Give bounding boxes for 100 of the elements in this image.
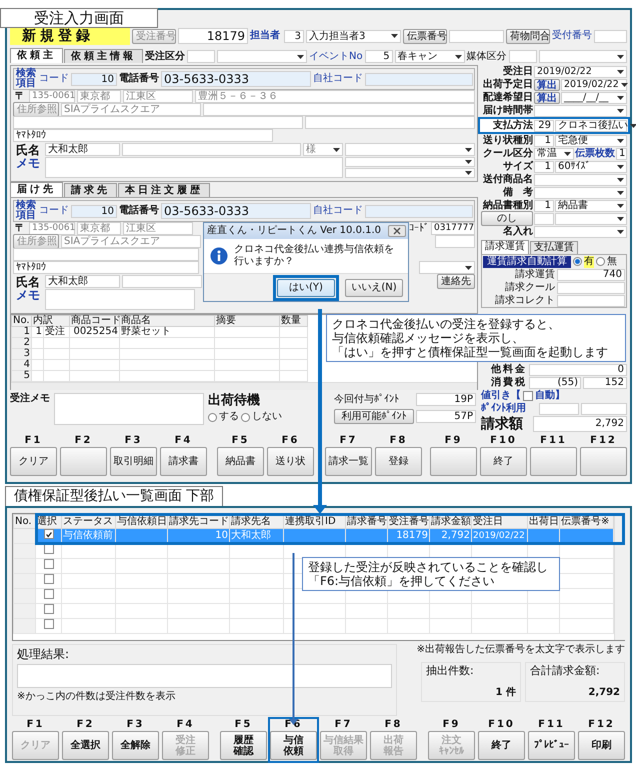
input-field[interactable]: 1 — [534, 134, 554, 146]
input-field[interactable] — [54, 393, 204, 425]
dropdown[interactable] — [534, 104, 627, 116]
input-field[interactable]: 135-0061 — [29, 222, 75, 235]
scrollbar[interactable] — [11, 382, 477, 390]
input-field[interactable]: 3 — [284, 30, 304, 42]
radio-button[interactable] — [596, 257, 605, 266]
input-field[interactable] — [203, 103, 475, 116]
dropdown[interactable]: ____/__/__ — [561, 92, 627, 104]
function-key[interactable]: 送り状 — [267, 447, 314, 476]
input-field[interactable] — [534, 212, 554, 224]
input-field[interactable] — [13, 116, 303, 129]
input-field[interactable]: 10 — [71, 72, 117, 86]
tab[interactable]: 依頼主 — [10, 48, 63, 63]
checkbox[interactable] — [44, 604, 54, 614]
input-field[interactable] — [13, 248, 199, 261]
dropdown[interactable] — [534, 186, 627, 198]
calculate-button[interactable]: 算出 — [534, 78, 560, 90]
tab[interactable]: 本日注文履歴 — [118, 183, 210, 197]
function-key[interactable]: 全解除 — [112, 731, 159, 760]
input-field[interactable]: 江東区 — [123, 90, 193, 103]
checkbox[interactable] — [44, 588, 54, 598]
input-field[interactable] — [557, 282, 625, 294]
function-key[interactable]: 全選択 — [62, 731, 109, 760]
input-field[interactable]: 19P — [416, 393, 476, 406]
close-button[interactable] — [388, 225, 406, 237]
checkbox[interactable] — [44, 529, 54, 539]
function-key[interactable]: 印刷 — [578, 731, 625, 760]
contact-button[interactable]: 連絡先 — [437, 274, 475, 289]
dropdown[interactable] — [534, 226, 627, 238]
dropdown[interactable] — [555, 212, 627, 224]
input-field[interactable]: 1 — [534, 160, 554, 172]
input-field[interactable]: 03-5633-0333 — [161, 203, 311, 219]
input-field[interactable]: 0317777 — [431, 222, 475, 235]
function-key[interactable]: 登録 — [375, 447, 422, 476]
function-key[interactable]: 終了 — [478, 731, 525, 760]
input-field[interactable]: 大和太郎 — [45, 275, 120, 288]
function-key[interactable]: 履歴 確認 — [220, 731, 267, 760]
radio-button[interactable] — [208, 412, 217, 422]
dropdown[interactable]: 春キャン — [394, 50, 465, 63]
input-field[interactable]: 東京都 — [77, 90, 121, 103]
dropdown[interactable]: 納品書 — [555, 200, 627, 212]
input-field[interactable] — [17, 664, 392, 688]
input-field[interactable] — [45, 289, 195, 310]
function-key[interactable]: 取引明細 — [110, 447, 157, 476]
input-field[interactable]: 1 — [534, 200, 554, 212]
input-field[interactable]: 18179 — [178, 28, 248, 44]
input-field[interactable] — [581, 402, 627, 414]
dropdown[interactable]: 常温 — [534, 148, 574, 160]
input-field[interactable]: 740 — [557, 268, 625, 280]
function-key[interactable]: ﾌﾟﾚﾋﾞｭｰ — [528, 731, 575, 760]
function-key[interactable] — [580, 447, 627, 476]
input-field[interactable] — [435, 235, 475, 248]
function-key[interactable] — [60, 447, 107, 476]
function-key[interactable]: クリア — [10, 447, 57, 476]
input-field[interactable] — [557, 294, 625, 306]
checkbox[interactable] — [44, 618, 54, 628]
dropdown[interactable] — [538, 50, 627, 63]
input-field[interactable]: 大和太郎 — [45, 143, 120, 156]
input-field[interactable]: ﾔﾏﾄﾀﾛｳ — [13, 261, 199, 274]
dropdown[interactable]: 入力担当者3 — [306, 30, 401, 42]
function-key[interactable]: 請求一覧 — [325, 447, 372, 476]
dropdown[interactable] — [534, 174, 627, 186]
function-key[interactable]: 与信 依頼 — [270, 731, 317, 760]
input-field[interactable]: 1 — [616, 148, 627, 160]
input-field[interactable]: ﾔﾏﾄﾀﾛｳ — [13, 129, 273, 142]
tab[interactable]: 依頼主情報 — [64, 49, 143, 63]
dropdown[interactable] — [419, 261, 475, 274]
input-field[interactable]: 135-0061 — [29, 90, 75, 103]
dropdown[interactable]: 2019/02/22 — [534, 66, 627, 78]
function-key[interactable]: 納品書 — [217, 447, 264, 476]
input-field[interactable] — [45, 157, 343, 178]
tab[interactable]: 支払運賃 — [530, 241, 578, 254]
input-field[interactable]: 豊洲５－６－３６ — [195, 90, 475, 103]
checkbox[interactable] — [44, 574, 54, 584]
input-field[interactable] — [365, 204, 473, 218]
input-field[interactable]: 5 — [364, 50, 393, 63]
input-field[interactable]: 03-5633-0333 — [161, 71, 311, 87]
input-field[interactable]: 57P — [416, 410, 476, 423]
input-field[interactable] — [508, 50, 537, 63]
input-field[interactable]: (55) — [529, 376, 581, 388]
dropdown[interactable] — [217, 50, 307, 63]
dialog-button[interactable]: はい(Y) — [277, 278, 335, 296]
input-field[interactable]: 10 — [71, 204, 117, 218]
input-field[interactable]: 東京都 — [77, 222, 121, 235]
input-field[interactable]: 2,792 — [533, 416, 627, 432]
input-field[interactable]: 152 — [583, 376, 627, 388]
checkbox[interactable] — [44, 558, 54, 568]
dropdown[interactable]: 宅急便 — [555, 134, 627, 146]
dropdown[interactable]: 2019/02/22 — [561, 78, 627, 90]
tab[interactable]: 請求運賃 — [481, 240, 529, 254]
input-field[interactable] — [122, 143, 301, 156]
dropdown[interactable] — [345, 168, 475, 178]
input-field[interactable] — [449, 30, 504, 42]
input-field[interactable]: SIAプライムスクエア — [61, 235, 201, 248]
dropdown[interactable]: 様 — [303, 143, 343, 156]
dropdown[interactable]: 60ｻｲｽﾞ — [555, 160, 627, 172]
input-field[interactable]: SIAプライムスクエア — [61, 103, 201, 116]
checkbox[interactable] — [523, 390, 533, 400]
dropdown[interactable] — [345, 157, 475, 167]
